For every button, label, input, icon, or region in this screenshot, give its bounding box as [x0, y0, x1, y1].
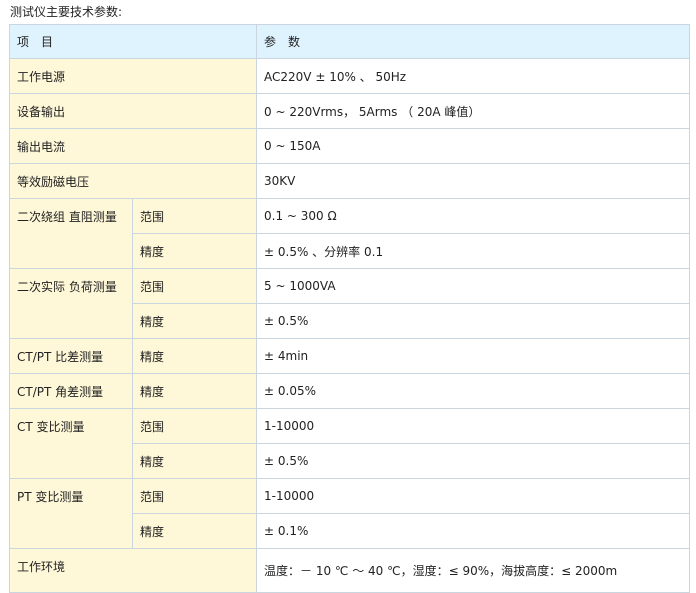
- spec-table: 项 目 参 数 工作电源 AC220V ± 10% 、 50Hz 设备输出 0 …: [8, 24, 691, 593]
- table-row: 工作电源 AC220V ± 10% 、 50Hz: [8, 58, 691, 94]
- row-sublabel: 精度: [131, 513, 258, 549]
- row-label: 输出电流: [8, 128, 258, 164]
- row-category: PT 变比测量: [9, 478, 133, 549]
- row-value: ± 0.1%: [256, 513, 691, 549]
- row-sublabel: 精度: [131, 233, 258, 269]
- row-value: 温度：－ 10 ℃ ～ 40 ℃，湿度：≤ 90%，海拔高度：≤ 2000m: [256, 548, 691, 593]
- table-row: CT 变比测量 范围 1-10000: [9, 408, 691, 479]
- table-row: 二次绕组 直阻测量 范围 0.1 ~ 300 Ω: [9, 198, 691, 269]
- row-category: 二次实际 负荷测量: [9, 268, 133, 339]
- table-row: PT 变比测量 范围 1-10000: [9, 478, 691, 549]
- row-value: 0.1 ~ 300 Ω: [256, 198, 691, 234]
- row-label: 工作电源: [8, 58, 258, 94]
- row-value: ± 0.5% 、分辨率 0.1: [256, 233, 691, 269]
- row-value: 0 ~ 150A: [256, 128, 691, 164]
- row-value: ± 4min: [256, 338, 691, 374]
- row-sublabel: 范围: [131, 198, 258, 234]
- table-row: 工作环境 温度：－ 10 ℃ ～ 40 ℃，湿度：≤ 90%，海拔高度：≤ 20…: [8, 548, 691, 593]
- row-value: AC220V ± 10% 、 50Hz: [256, 58, 691, 94]
- row-value: ± 0.5%: [256, 303, 691, 339]
- table-caption: 测试仪主要技术参数:: [10, 5, 123, 19]
- row-category: CT/PT 角差测量: [9, 373, 133, 409]
- row-sublabel: 精度: [131, 303, 258, 339]
- table-row: 等效励磁电压 30KV: [8, 163, 691, 199]
- row-category: CT/PT 比差测量: [9, 338, 133, 374]
- table-header-row: 项 目 参 数: [8, 24, 691, 59]
- table-row: CT/PT 角差测量 精度 ± 0.05%: [9, 373, 691, 409]
- row-value: 0 ~ 220Vrms， 5Arms （ 20A 峰值）: [256, 93, 691, 129]
- row-sublabel: 范围: [131, 408, 258, 444]
- row-label: 工作环境: [8, 548, 258, 593]
- row-sublabel: 精度: [131, 373, 258, 409]
- row-sublabel: 范围: [131, 268, 258, 304]
- row-value: ± 0.5%: [256, 443, 691, 479]
- table-row: 二次实际 负荷测量 范围 5 ~ 1000VA: [9, 268, 691, 339]
- row-category: CT 变比测量: [9, 408, 133, 479]
- row-sublabel: 精度: [131, 338, 258, 374]
- row-label: 设备输出: [8, 93, 258, 129]
- row-label: 等效励磁电压: [8, 163, 258, 199]
- header-item: 项 目: [8, 24, 258, 59]
- table-row: 设备输出 0 ~ 220Vrms， 5Arms （ 20A 峰值）: [8, 93, 691, 129]
- header-param: 参 数: [256, 24, 691, 59]
- row-value: 1-10000: [256, 408, 691, 444]
- row-value: 30KV: [256, 163, 691, 199]
- row-value: 5 ~ 1000VA: [256, 268, 691, 304]
- row-value: 1-10000: [256, 478, 691, 514]
- table-row: 输出电流 0 ~ 150A: [8, 128, 691, 164]
- table-row: CT/PT 比差测量 精度 ± 4min: [9, 338, 691, 374]
- row-category: 二次绕组 直阻测量: [9, 198, 133, 269]
- row-sublabel: 精度: [131, 443, 258, 479]
- row-sublabel: 范围: [131, 478, 258, 514]
- row-value: ± 0.05%: [256, 373, 691, 409]
